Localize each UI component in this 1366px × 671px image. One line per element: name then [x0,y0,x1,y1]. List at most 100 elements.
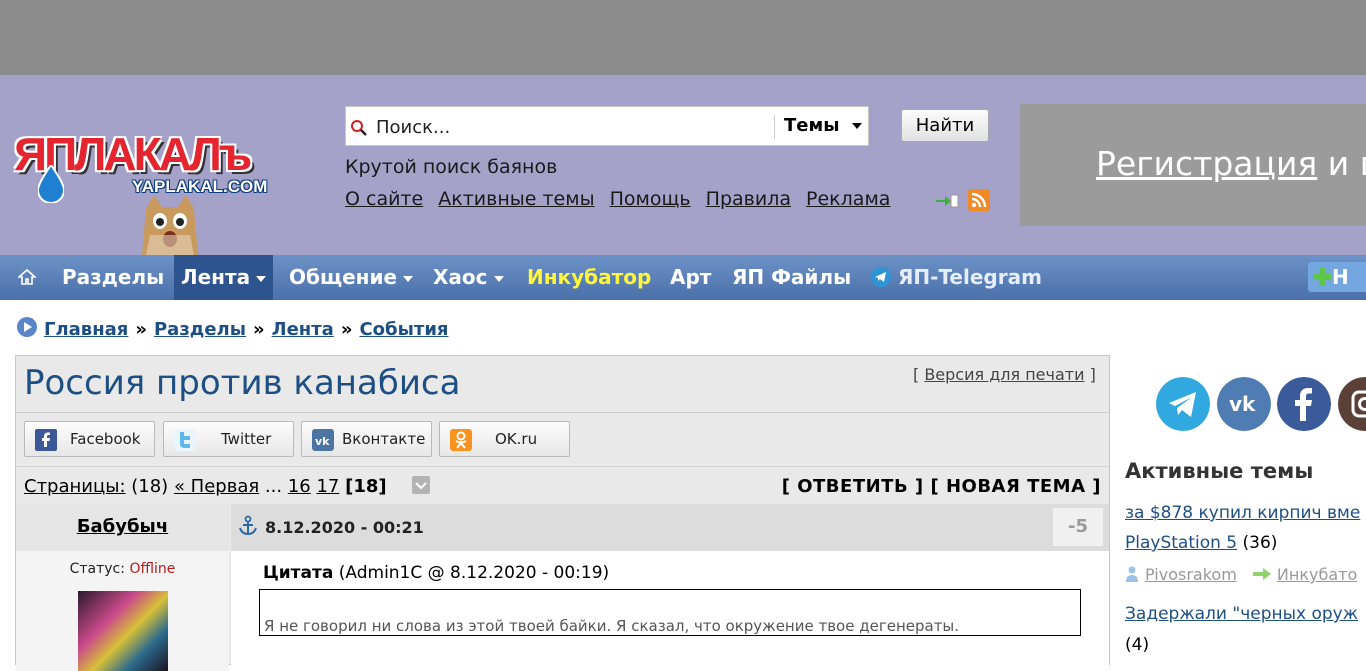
active-topic-1-user[interactable]: Pivosrakom [1145,565,1237,584]
chevron-down-icon [403,276,413,282]
add-button[interactable]: Н [1308,262,1366,292]
plus-icon [1312,267,1332,287]
search-button[interactable]: Найти [901,109,989,142]
pagination: Страницы: (18) « Первая ... 16 17 [18] [24,476,430,499]
odnoklassniki-icon [450,429,472,451]
dropdown-box-icon[interactable] [412,476,430,499]
share-twitter-button[interactable]: Twitter [163,421,294,457]
home-icon[interactable] [18,255,36,300]
user-panel: Статус: Offline [16,551,229,671]
instagram-social-icon[interactable] [1338,377,1366,431]
link-ads[interactable]: Реклама [806,188,890,210]
new-topic-button[interactable]: [ НОВАЯ ТЕМА ] [930,476,1101,497]
page-16-link[interactable]: 16 [288,476,311,497]
share-ok-button[interactable]: OK.ru [439,421,570,457]
telegram-icon [871,267,891,287]
site-logo[interactable]: ЯПЛАКАЛъ YAPLAKAL.COM [14,127,314,257]
active-topic-2-link[interactable]: Задержали "черных оруж [1125,604,1358,624]
post-date: 8.12.2020 - 00:21 [265,518,424,537]
svg-text:vk: vk [1229,392,1256,416]
current-page: [18] [345,476,387,497]
link-rules[interactable]: Правила [706,188,791,210]
search-input[interactable] [374,111,778,143]
cat-mascot-icon [138,195,202,259]
telegram-social-icon[interactable] [1156,377,1210,431]
active-topic-1-link[interactable]: за $878 купил кирпич вме [1125,503,1360,523]
post-author-link[interactable]: Бабубыч [77,516,168,537]
breadcrumb-home[interactable]: Главная [44,319,128,340]
active-topic-1-meta: Pivosrakom Инкубато [1125,565,1357,584]
nav-chat[interactable]: Общение [289,255,413,300]
register-rest: и в [1328,144,1366,183]
reply-button[interactable]: [ ОТВЕТИТЬ ] [782,476,924,497]
chevron-down-icon[interactable] [852,123,862,129]
top-banner-area [0,0,1366,75]
header-links: О сайте Активные темы Помощь Правила Рек… [345,188,899,210]
rss-icon[interactable] [968,189,990,211]
post-content: Цитата (Admin1C @ 8.12.2020 - 00:19) Я н… [231,551,1109,671]
search-icon [350,119,368,141]
breadcrumb: Главная»Разделы»Лента»События [16,316,449,343]
register-panel: Регистрация и в [1020,104,1366,226]
status-badge: Offline [129,561,175,577]
chevron-down-icon [256,276,266,282]
link-active-topics[interactable]: Активные темы [438,188,594,210]
post-header: Бабубыч 8.12.2020 - 00:21 -5 [16,504,1109,551]
logo-domain: YAPLAKAL.COM [132,177,267,197]
nav-sections[interactable]: Разделы [62,255,164,300]
nav-chaos[interactable]: Хаос [433,255,504,300]
vk-social-icon[interactable]: vk [1217,377,1271,431]
pages-label-link[interactable]: Страницы: [24,476,126,497]
topic-actions: [ ОТВЕТИТЬ ] [ НОВАЯ ТЕМА ] [782,476,1101,497]
search-separator [774,115,775,139]
post-rating: -5 [1053,508,1103,546]
first-page-link[interactable]: « Первая [174,476,259,497]
active-topic-1-link-cont[interactable]: PlayStation 5 [1125,533,1237,553]
divider [16,412,1109,413]
facebook-social-icon[interactable] [1277,377,1331,431]
login-arrow-icon[interactable] [935,191,959,211]
link-about[interactable]: О сайте [345,188,423,210]
avatar[interactable] [78,591,168,671]
share-vk-button[interactable]: vk Вконтакте [301,421,432,457]
chevron-down-icon [494,276,504,282]
breadcrumb-events[interactable]: События [359,319,448,340]
quote-box: Я не говорил ни слова из этой твоей байк… [259,589,1081,636]
breadcrumb-feed[interactable]: Лента [272,319,334,340]
search-scope-select[interactable]: Темы [784,115,839,136]
facebook-icon [35,429,57,451]
active-topic-1-count: (36) [1243,533,1278,553]
search-box: Темы [345,106,869,146]
link-help[interactable]: Помощь [610,188,691,210]
post-body: Статус: Offline Цитата (Admin1C @ 8.12.2… [16,551,1109,671]
arrow-right-icon [1252,567,1272,581]
main-nav: Разделы Лента Общение Хаос Инкубатор Арт… [0,255,1366,300]
active-topic-1-section[interactable]: Инкубато [1277,565,1357,584]
nav-feed[interactable]: Лента [174,255,273,300]
quote-header: Цитата (Admin1C @ 8.12.2020 - 00:19) [263,563,609,583]
breadcrumb-sections[interactable]: Разделы [154,319,246,340]
active-topics-title: Активные темы [1125,459,1313,483]
water-drop-icon [38,165,64,207]
nav-files[interactable]: ЯП Файлы [732,255,851,300]
svg-text:vk: vk [315,435,330,448]
share-facebook-button[interactable]: Facebook [24,421,155,457]
post-author-cell: Бабубыч [16,504,229,551]
nav-art[interactable]: Арт [670,255,711,300]
nav-telegram[interactable]: ЯП-Telegram [871,255,1042,300]
nav-incubator[interactable]: Инкубатор [527,255,651,300]
header-small-icons [935,189,990,215]
page-title: Россия против канабиса [24,363,460,403]
search-tagline: Крутой поиск баянов [345,156,557,178]
post-date-cell: 8.12.2020 - 00:21 -5 [231,504,1109,551]
vk-icon: vk [312,429,334,451]
page-17-link[interactable]: 17 [316,476,339,497]
print-version-link[interactable]: Версия для печати [924,365,1084,384]
user-status: Статус: Offline [16,561,229,577]
register-link[interactable]: Регистрация [1096,144,1317,183]
pagination-bar: Страницы: (18) « Первая ... 16 17 [18] [… [16,466,1109,505]
user-icon [1125,566,1139,582]
active-topic-2-count: (4) [1125,635,1149,655]
anchor-icon[interactable] [237,515,259,541]
play-arrow-icon [16,316,38,343]
